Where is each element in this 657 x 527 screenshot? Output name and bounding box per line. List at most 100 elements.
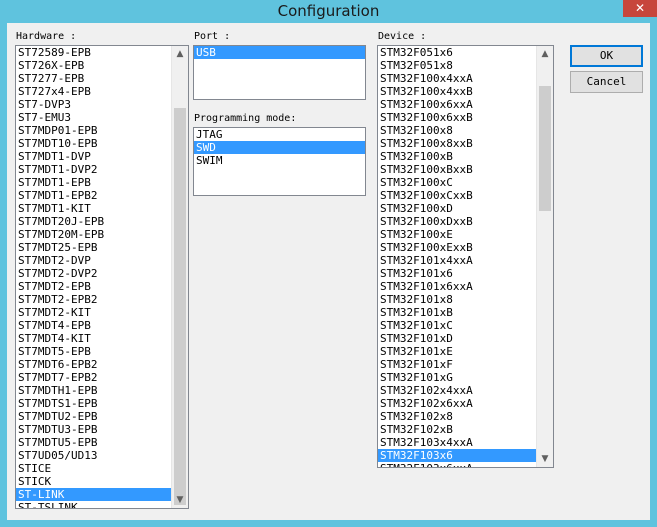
hardware-list-item[interactable]: ST7MDT10-EPB <box>16 137 188 150</box>
hardware-list-item[interactable]: ST-TSLINK <box>16 501 188 508</box>
device-list-item[interactable]: STM32F101x4xxA <box>378 254 553 267</box>
configuration-window: Configuration ✕ Hardware : ST72589-EPB ST… <box>0 0 657 527</box>
port-listbox[interactable]: USB <box>193 45 366 100</box>
hardware-list-item[interactable]: ST72589-EPB <box>16 46 188 59</box>
device-list-item[interactable]: STM32F101x6xxA <box>378 280 553 293</box>
device-list-item[interactable]: STM32F051x8 <box>378 59 553 72</box>
hardware-list-item[interactable]: ST7MDT25-EPB <box>16 241 188 254</box>
device-list-item[interactable]: STM32F103x6 <box>378 449 553 462</box>
device-list-item[interactable]: STM32F102x8 <box>378 410 553 423</box>
hardware-list-item[interactable]: ST7MDTU2-EPB <box>16 410 188 423</box>
hardware-list-item[interactable]: ST7-DVP3 <box>16 98 188 111</box>
hardware-list-item[interactable]: ST7MDTU3-EPB <box>16 423 188 436</box>
dialog-client-area: Hardware : ST72589-EPB ST726X-EPB ST7277-E… <box>7 23 650 520</box>
hardware-list-item[interactable]: ST727x4-EPB <box>16 85 188 98</box>
device-list-item[interactable]: STM32F100xB <box>378 150 553 163</box>
device-list-item[interactable]: STM32F103x4xxA <box>378 436 553 449</box>
hardware-list-item[interactable]: ST7MDT1-KIT <box>16 202 188 215</box>
device-list-item[interactable]: STM32F100x6xxA <box>378 98 553 111</box>
device-list-item[interactable]: STM32F100x8 <box>378 124 553 137</box>
hardware-list-item[interactable]: ST7MDT7-EPB2 <box>16 371 188 384</box>
hardware-list-item[interactable]: ST7MDT20M-EPB <box>16 228 188 241</box>
device-list-item[interactable]: STM32F101xG <box>378 371 553 384</box>
hardware-scroll-thumb[interactable] <box>174 108 186 505</box>
programming-mode-items: JTAG SWD SWIM <box>194 128 365 167</box>
device-list-item[interactable]: STM32F101x8 <box>378 293 553 306</box>
hardware-list-item[interactable]: ST7MDT20J-EPB <box>16 215 188 228</box>
device-list-item[interactable]: STM32F100x6xxB <box>378 111 553 124</box>
hardware-list-item[interactable]: STICE <box>16 462 188 475</box>
hardware-list-item[interactable]: ST7-EMU3 <box>16 111 188 124</box>
scroll-up-icon[interactable]: ▲ <box>537 46 553 62</box>
ok-button[interactable]: OK <box>570 45 643 67</box>
hardware-list-item[interactable]: ST7277-EPB <box>16 72 188 85</box>
device-list-item[interactable]: STM32F103x6xxA <box>378 462 553 467</box>
device-list-item[interactable]: STM32F101x6 <box>378 267 553 280</box>
close-icon: ✕ <box>634 1 646 15</box>
device-listbox[interactable]: STM32F051x6 STM32F051x8 STM32F100x4xxA STM3… <box>377 45 554 468</box>
device-list-item[interactable]: STM32F101xD <box>378 332 553 345</box>
hardware-list-item[interactable]: ST7MDT2-EPB <box>16 280 188 293</box>
hardware-list-item[interactable]: ST7MDT4-EPB <box>16 319 188 332</box>
device-items: STM32F051x6 STM32F051x8 STM32F100x4xxA STM3… <box>378 46 553 467</box>
hardware-listbox[interactable]: ST72589-EPB ST726X-EPB ST7277-EPB ST727x4-E… <box>15 45 189 509</box>
hardware-list-item[interactable]: ST7MDT1-DVP <box>16 150 188 163</box>
hardware-list-item[interactable]: ST7MDT1-DVP2 <box>16 163 188 176</box>
device-scrollbar[interactable]: ▲ ▼ <box>536 46 553 467</box>
hardware-list-item[interactable]: ST7MDT5-EPB <box>16 345 188 358</box>
scroll-down-icon[interactable]: ▼ <box>172 492 188 508</box>
hardware-list-item[interactable]: ST7MDT2-DVP <box>16 254 188 267</box>
programming-mode-listbox[interactable]: JTAG SWD SWIM <box>193 127 366 196</box>
hardware-list-item[interactable]: ST726X-EPB <box>16 59 188 72</box>
hardware-items: ST72589-EPB ST726X-EPB ST7277-EPB ST727x4-E… <box>16 46 188 508</box>
device-list-item[interactable]: STM32F101xE <box>378 345 553 358</box>
hardware-list-item[interactable]: ST7MDP01-EPB <box>16 124 188 137</box>
device-list-item[interactable]: STM32F100xE <box>378 228 553 241</box>
hardware-list-item[interactable]: ST7MDT1-EPB <box>16 176 188 189</box>
hardware-list-item[interactable]: ST7MDTH1-EPB <box>16 384 188 397</box>
hardware-list-item[interactable]: ST7UD05/UD13 <box>16 449 188 462</box>
cancel-button[interactable]: Cancel <box>570 71 643 93</box>
device-list-item[interactable]: STM32F100xBxxB <box>378 163 553 176</box>
hardware-list-item[interactable]: ST7MDT4-KIT <box>16 332 188 345</box>
hardware-list-item[interactable]: ST7MDTS1-EPB <box>16 397 188 410</box>
hardware-list-item[interactable]: ST7MDTU5-EPB <box>16 436 188 449</box>
window-title: Configuration <box>277 2 380 20</box>
hardware-list-item[interactable]: ST7MDT2-KIT <box>16 306 188 319</box>
device-list-item[interactable]: STM32F100x4xxB <box>378 85 553 98</box>
title-bar[interactable]: Configuration ✕ <box>0 0 657 23</box>
hardware-list-item[interactable]: ST7MDT6-EPB2 <box>16 358 188 371</box>
hardware-list-item[interactable]: ST7MDT2-DVP2 <box>16 267 188 280</box>
mode-list-item[interactable]: SWIM <box>194 154 365 167</box>
device-list-item[interactable]: STM32F100x8xxB <box>378 137 553 150</box>
hardware-list-item[interactable]: ST-LINK <box>16 488 188 501</box>
device-list-item[interactable]: STM32F100xCxxB <box>378 189 553 202</box>
device-list-item[interactable]: STM32F100xDxxB <box>378 215 553 228</box>
device-label: Device : <box>378 31 427 42</box>
device-list-item[interactable]: STM32F102xB <box>378 423 553 436</box>
device-list-item[interactable]: STM32F051x6 <box>378 46 553 59</box>
device-list-item[interactable]: STM32F101xF <box>378 358 553 371</box>
programming-mode-label: Programming mode: <box>194 113 297 124</box>
scroll-up-icon[interactable]: ▲ <box>172 46 188 62</box>
close-button[interactable]: ✕ <box>623 0 657 17</box>
device-scroll-thumb[interactable] <box>539 86 551 211</box>
mode-list-item[interactable]: JTAG <box>194 128 365 141</box>
hardware-list-item[interactable]: STICK <box>16 475 188 488</box>
device-list-item[interactable]: STM32F100x4xxA <box>378 72 553 85</box>
device-list-item[interactable]: STM32F101xB <box>378 306 553 319</box>
device-list-item[interactable]: STM32F101xC <box>378 319 553 332</box>
device-list-item[interactable]: STM32F102x4xxA <box>378 384 553 397</box>
device-list-item[interactable]: STM32F100xExxB <box>378 241 553 254</box>
hardware-scrollbar[interactable]: ▲ ▼ <box>171 46 188 508</box>
mode-list-item[interactable]: SWD <box>194 141 365 154</box>
device-list-item[interactable]: STM32F100xC <box>378 176 553 189</box>
scroll-down-icon[interactable]: ▼ <box>537 451 553 467</box>
hardware-list-item[interactable]: ST7MDT1-EPB2 <box>16 189 188 202</box>
port-label: Port : <box>194 31 231 42</box>
port-list-item[interactable]: USB <box>194 46 365 59</box>
device-list-item[interactable]: STM32F100xD <box>378 202 553 215</box>
hardware-list-item[interactable]: ST7MDT2-EPB2 <box>16 293 188 306</box>
device-list-item[interactable]: STM32F102x6xxA <box>378 397 553 410</box>
port-items: USB <box>194 46 365 59</box>
